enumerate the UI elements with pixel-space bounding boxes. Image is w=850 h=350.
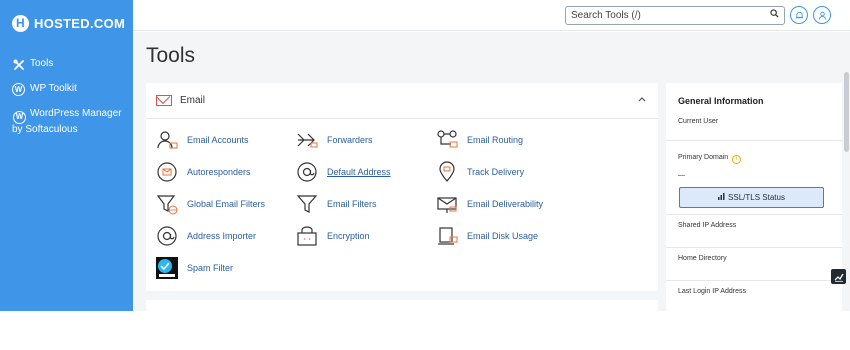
sidebar-item-wordpress-manager[interactable]: W WordPress Manager by Softaculous xyxy=(12,108,127,136)
tool-email-disk-usage[interactable]: Email Disk Usage xyxy=(436,225,538,247)
wordpress-icon: W xyxy=(12,83,25,96)
envelope-icon xyxy=(156,95,172,106)
sidebar: HOSTED.COM Tools W WP Toolkit WWordPress… xyxy=(0,0,133,311)
tool-autoresponders[interactable]: Autoresponders xyxy=(156,161,251,183)
tool-spam-filter[interactable]: Spam Filter xyxy=(156,257,233,279)
tool-label: Email Deliverability xyxy=(467,199,544,209)
tool-encryption[interactable]: Encryption xyxy=(296,225,370,247)
forwarders-icon xyxy=(296,129,318,151)
ssl-tls-status-button[interactable]: SSL/TLS Status xyxy=(679,187,824,208)
tool-label: Forwarders xyxy=(327,135,373,145)
tool-label: Email Accounts xyxy=(187,135,249,145)
shared-ip-label: Shared IP Address xyxy=(678,222,737,229)
default-address-icon xyxy=(296,161,318,183)
brand-logo-icon xyxy=(12,15,29,32)
user-icon[interactable] xyxy=(813,6,831,24)
notifications-icon[interactable] xyxy=(790,6,808,24)
tool-label: Track Delivery xyxy=(467,167,525,177)
tool-default-address[interactable]: Default Address xyxy=(296,161,391,183)
tool-label: Global Email Filters xyxy=(187,199,266,209)
email-section: Email Email Accounts Forwarders Email Ro… xyxy=(146,83,658,291)
general-information-title: General Information xyxy=(678,96,764,106)
divider xyxy=(666,140,842,141)
current-user-label: Current User xyxy=(678,118,719,125)
tool-label: Email Routing xyxy=(467,135,524,145)
tool-label: Encryption xyxy=(327,231,370,241)
email-deliverability-icon xyxy=(436,193,458,215)
tool-email-deliverability[interactable]: Email Deliverability xyxy=(436,193,543,215)
sidebar-item-wp-toolkit[interactable]: W WP Toolkit xyxy=(12,83,127,96)
last-login-ip-label: Last Login IP Address xyxy=(678,288,746,295)
tool-label: Autoresponders xyxy=(187,167,251,177)
tool-address-importer[interactable]: Address Importer xyxy=(156,225,256,247)
sidebar-nav: Tools W WP Toolkit W WordPress Manager by… xyxy=(12,58,127,148)
email-routing-icon xyxy=(436,129,458,151)
primary-domain-row: Primary Domain i xyxy=(678,154,742,164)
home-directory-label: Home Directory xyxy=(678,255,727,262)
autoresponders-icon xyxy=(156,161,178,183)
divider xyxy=(666,280,842,281)
chevron-up-icon[interactable] xyxy=(638,94,646,105)
divider xyxy=(666,214,842,215)
primary-domain-label: Primary Domain xyxy=(678,154,729,161)
next-section-card xyxy=(146,300,658,311)
email-section-title: Email xyxy=(180,95,206,106)
tool-email-routing[interactable]: Email Routing xyxy=(436,129,523,151)
brand-name: HOSTED.COM xyxy=(34,16,126,31)
app-window: HOSTED.COM Tools W WP Toolkit WWordPress… xyxy=(0,0,850,311)
divider xyxy=(666,247,842,248)
sidebar-item-tools[interactable]: Tools xyxy=(12,58,127,71)
search-icon[interactable] xyxy=(770,9,779,21)
encryption-icon xyxy=(296,225,318,247)
tool-global-email-filters[interactable]: Global Email Filters xyxy=(156,193,265,215)
tool-forwarders[interactable]: Forwarders xyxy=(296,129,373,151)
email-filters-icon xyxy=(296,193,318,215)
spam-filter-icon xyxy=(156,257,178,279)
main-content: Tools Email Email Accounts Forwarders Em… xyxy=(133,32,850,311)
global-email-filters-icon xyxy=(156,193,178,215)
email-accounts-icon xyxy=(156,129,178,151)
tool-email-filters[interactable]: Email Filters xyxy=(296,193,377,215)
statistics-icon[interactable] xyxy=(831,269,846,284)
wordpress-icon: W xyxy=(13,110,26,124)
search-input[interactable]: Search Tools (/) xyxy=(565,6,785,25)
email-section-header[interactable]: Email xyxy=(146,83,658,119)
page-title: Tools xyxy=(146,44,196,67)
top-bar: Search Tools (/) xyxy=(133,0,850,31)
tool-label: Email Filters xyxy=(327,199,377,209)
info-icon[interactable]: i xyxy=(732,155,742,164)
tool-label: Address Importer xyxy=(187,231,257,241)
email-tools-grid: Email Accounts Forwarders Email Routing xyxy=(146,119,658,291)
scrollbar-thumb[interactable] xyxy=(844,72,849,152)
tool-label: Default Address xyxy=(327,167,391,177)
tool-track-delivery[interactable]: Track Delivery xyxy=(436,161,524,183)
search-placeholder: Search Tools (/) xyxy=(571,10,641,21)
sidebar-item-label: WordPress Manager by Softaculous xyxy=(12,108,122,135)
email-disk-usage-icon xyxy=(436,225,458,247)
general-information-panel: General Information Current User Primary… xyxy=(666,83,842,311)
tool-label: Email Disk Usage xyxy=(467,231,539,241)
track-delivery-icon xyxy=(436,161,458,183)
address-importer-icon xyxy=(156,225,178,247)
tools-icon xyxy=(12,58,25,71)
sidebar-item-label: Tools xyxy=(30,58,54,69)
tool-label: Spam Filter xyxy=(187,263,234,273)
tool-email-accounts[interactable]: Email Accounts xyxy=(156,129,249,151)
primary-domain-value: — xyxy=(678,172,685,179)
brand-logo[interactable]: HOSTED.COM xyxy=(12,15,125,32)
bar-chart-icon xyxy=(718,193,725,202)
sidebar-item-label: WP Toolkit xyxy=(30,83,77,94)
ssl-tls-status-label: SSL/TLS Status xyxy=(728,193,785,202)
